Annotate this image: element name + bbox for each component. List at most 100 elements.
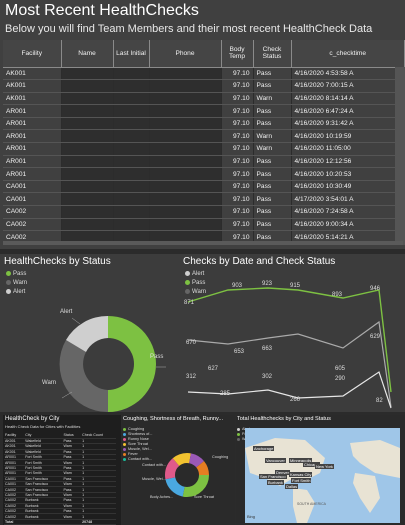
healthcheck-table: Facility Name Last Initial Phone Body Te… <box>3 40 405 244</box>
table-row[interactable]: AR001 97.10 Warn 4/16/2020 11:05:00 <box>3 142 405 156</box>
symptom-label-contact: Contact with... <box>142 463 167 467</box>
legend-dot-icon <box>123 442 126 446</box>
cell-checktime: 4/16/2020 7:24:58 A <box>291 205 405 219</box>
col-check-status[interactable]: Check Status <box>253 40 292 68</box>
symptom-legend-item[interactable]: Contact with... <box>123 457 152 462</box>
donut-label-pass: Pass <box>150 354 164 360</box>
table-row[interactable]: AK001 97.10 Pass 4/16/2020 4:53:58 A <box>3 67 405 81</box>
donut-slice-warn[interactable] <box>59 340 108 413</box>
map-pin-label[interactable]: Vancouver <box>265 458 286 463</box>
legend-dot-icon <box>123 427 126 431</box>
cell-facility: AR001 <box>3 117 62 131</box>
table-row[interactable]: CA002 97.10 Pass 4/16/2020 9:00:34 A <box>3 218 405 232</box>
cell-body-temp: 97.10 <box>221 79 254 93</box>
legend-pass[interactable]: Pass <box>6 271 26 277</box>
cell-phone <box>149 129 222 144</box>
col-checktime[interactable]: c_checktime <box>291 40 405 68</box>
cell-checktime: 4/16/2020 4:53:58 A <box>291 67 405 81</box>
vertical-scrollbar[interactable] <box>395 67 405 245</box>
col-body-temp[interactable]: Body Temp <box>221 40 254 68</box>
table-row[interactable]: AR001 97.10 Pass 4/16/2020 12:12:56 <box>3 155 405 169</box>
cell-facility: CA002 <box>3 218 62 232</box>
table-row[interactable]: CA001 97.10 Pass 4/16/2020 10:30:49 <box>3 180 405 194</box>
cell-check-status: Pass <box>253 167 292 181</box>
cell-facility: AR001 <box>3 104 62 118</box>
col-name[interactable]: Name <box>61 40 114 68</box>
cell-body-temp: 97.10 <box>221 192 254 207</box>
pass-series-line[interactable] <box>187 287 392 393</box>
cell-phone <box>149 79 222 93</box>
legend-dot-icon <box>237 437 240 441</box>
legend-dot-icon <box>123 447 126 451</box>
pass-data-label: 871 <box>184 300 195 306</box>
map-region-label: SOUTH AMERICA <box>297 502 326 506</box>
cell-checktime: 4/16/2020 11:05:00 <box>291 142 405 156</box>
map-pin-label[interactable]: Fort Smith <box>291 478 312 483</box>
cell-check-status: Pass <box>253 218 292 232</box>
cell-name <box>61 129 114 144</box>
table-row[interactable]: AR001 97.10 Warn 4/16/2020 10:19:59 <box>3 129 405 144</box>
map-pin-label[interactable]: Anchorage <box>253 446 275 451</box>
table-row[interactable]: CA001 97.10 Pass 4/17/2020 3:54:01 A <box>3 192 405 207</box>
col-phone[interactable]: Phone <box>149 40 222 68</box>
page-subtitle: Below you will find Team Members and the… <box>5 23 373 35</box>
cell-facility: CA001 <box>3 180 62 194</box>
table-row[interactable]: AK001 97.10 Warn 4/16/2020 8:14:14 A <box>3 92 405 106</box>
warn-data-label: 627 <box>208 366 219 372</box>
charts-row: HealthChecks by Status Pass Warn Alert P… <box>0 254 405 413</box>
cell-body-temp: 97.10 <box>221 218 254 232</box>
cell-body-temp: 97.10 <box>221 155 254 169</box>
cell-last-initial <box>113 167 150 181</box>
horizontal-scrollbar[interactable] <box>3 241 403 245</box>
cell-checktime: 4/16/2020 10:19:59 <box>291 129 405 144</box>
symptom-legend-label: Muscle, Wel... <box>128 447 152 451</box>
cell-last-initial <box>113 155 150 169</box>
city-total-label: Total <box>4 519 25 525</box>
map-pin-label[interactable]: Kansas City <box>289 472 313 477</box>
table-row[interactable]: AK001 97.10 Pass 4/16/2020 7:00:15 A <box>3 79 405 93</box>
warn-data-label: 629 <box>370 334 381 340</box>
city-total-value: 20748 <box>81 519 116 525</box>
cell-checktime: 4/16/2020 7:00:15 A <box>291 79 405 93</box>
cell-checktime: 4/16/2020 6:47:24 A <box>291 104 405 118</box>
legend-warn[interactable]: Warn <box>6 280 27 286</box>
cell-facility: CA002 <box>3 205 62 219</box>
donut-label-warn: Warn <box>42 380 57 386</box>
alert-dot-icon <box>6 289 11 294</box>
cell-body-temp: 97.10 <box>221 142 254 156</box>
page-title: Most Recent HealthChecks <box>5 2 199 19</box>
cell-check-status: Pass <box>253 180 292 194</box>
table-row[interactable]: CA002 97.10 Pass 4/16/2020 7:24:58 A <box>3 205 405 219</box>
table-row[interactable]: AR001 97.10 Pass 4/16/2020 9:31:42 A <box>3 117 405 131</box>
col-facility[interactable]: Facility <box>3 40 62 68</box>
symptoms-title: Coughing, Shortness of Breath, Runny... <box>123 416 224 422</box>
cell-facility: AK001 <box>3 92 62 106</box>
table-row[interactable]: AR001 97.10 Pass 4/16/2020 10:20:53 <box>3 167 405 181</box>
city-status-map[interactable]: Anchorage Vancouver Minneapolis Chicago New … <box>245 428 400 523</box>
cell-phone <box>149 117 222 131</box>
cell-phone <box>149 92 222 106</box>
map-pin-label[interactable]: San Francisco <box>259 474 287 479</box>
map-pin-label[interactable]: Dallas <box>285 484 299 489</box>
legend-dot-icon <box>123 452 126 456</box>
cell-check-status: Warn <box>253 129 292 144</box>
table-row[interactable]: AR001 97.10 Pass 4/16/2020 6:47:24 A <box>3 104 405 118</box>
col-last-initial[interactable]: Last Initial <box>113 40 150 68</box>
alert-data-label: 290 <box>335 376 346 382</box>
cell-check-status: Warn <box>253 142 292 156</box>
symptom-legend-label: Runny Nose <box>128 437 149 441</box>
legend-alert[interactable]: Alert <box>6 289 25 295</box>
status-donut-chart <box>59 315 166 413</box>
line-legend-alert[interactable]: Alert <box>185 271 204 277</box>
cell-name <box>61 92 114 106</box>
symptom-label-sore-throat: Sore Throat <box>194 495 214 499</box>
donut-title: HealthChecks by Status <box>4 256 111 267</box>
cell-check-status: Pass <box>253 205 292 219</box>
cell-name <box>61 180 114 194</box>
warn-series-line[interactable] <box>187 320 392 408</box>
symptom-label-body-aches: Body Aches... <box>150 495 174 499</box>
map-pin-label[interactable]: Burbank <box>267 480 284 485</box>
map-pin-label[interactable]: New York <box>315 464 334 469</box>
donut-slice-pass[interactable] <box>108 316 156 412</box>
cell-phone <box>149 192 222 207</box>
